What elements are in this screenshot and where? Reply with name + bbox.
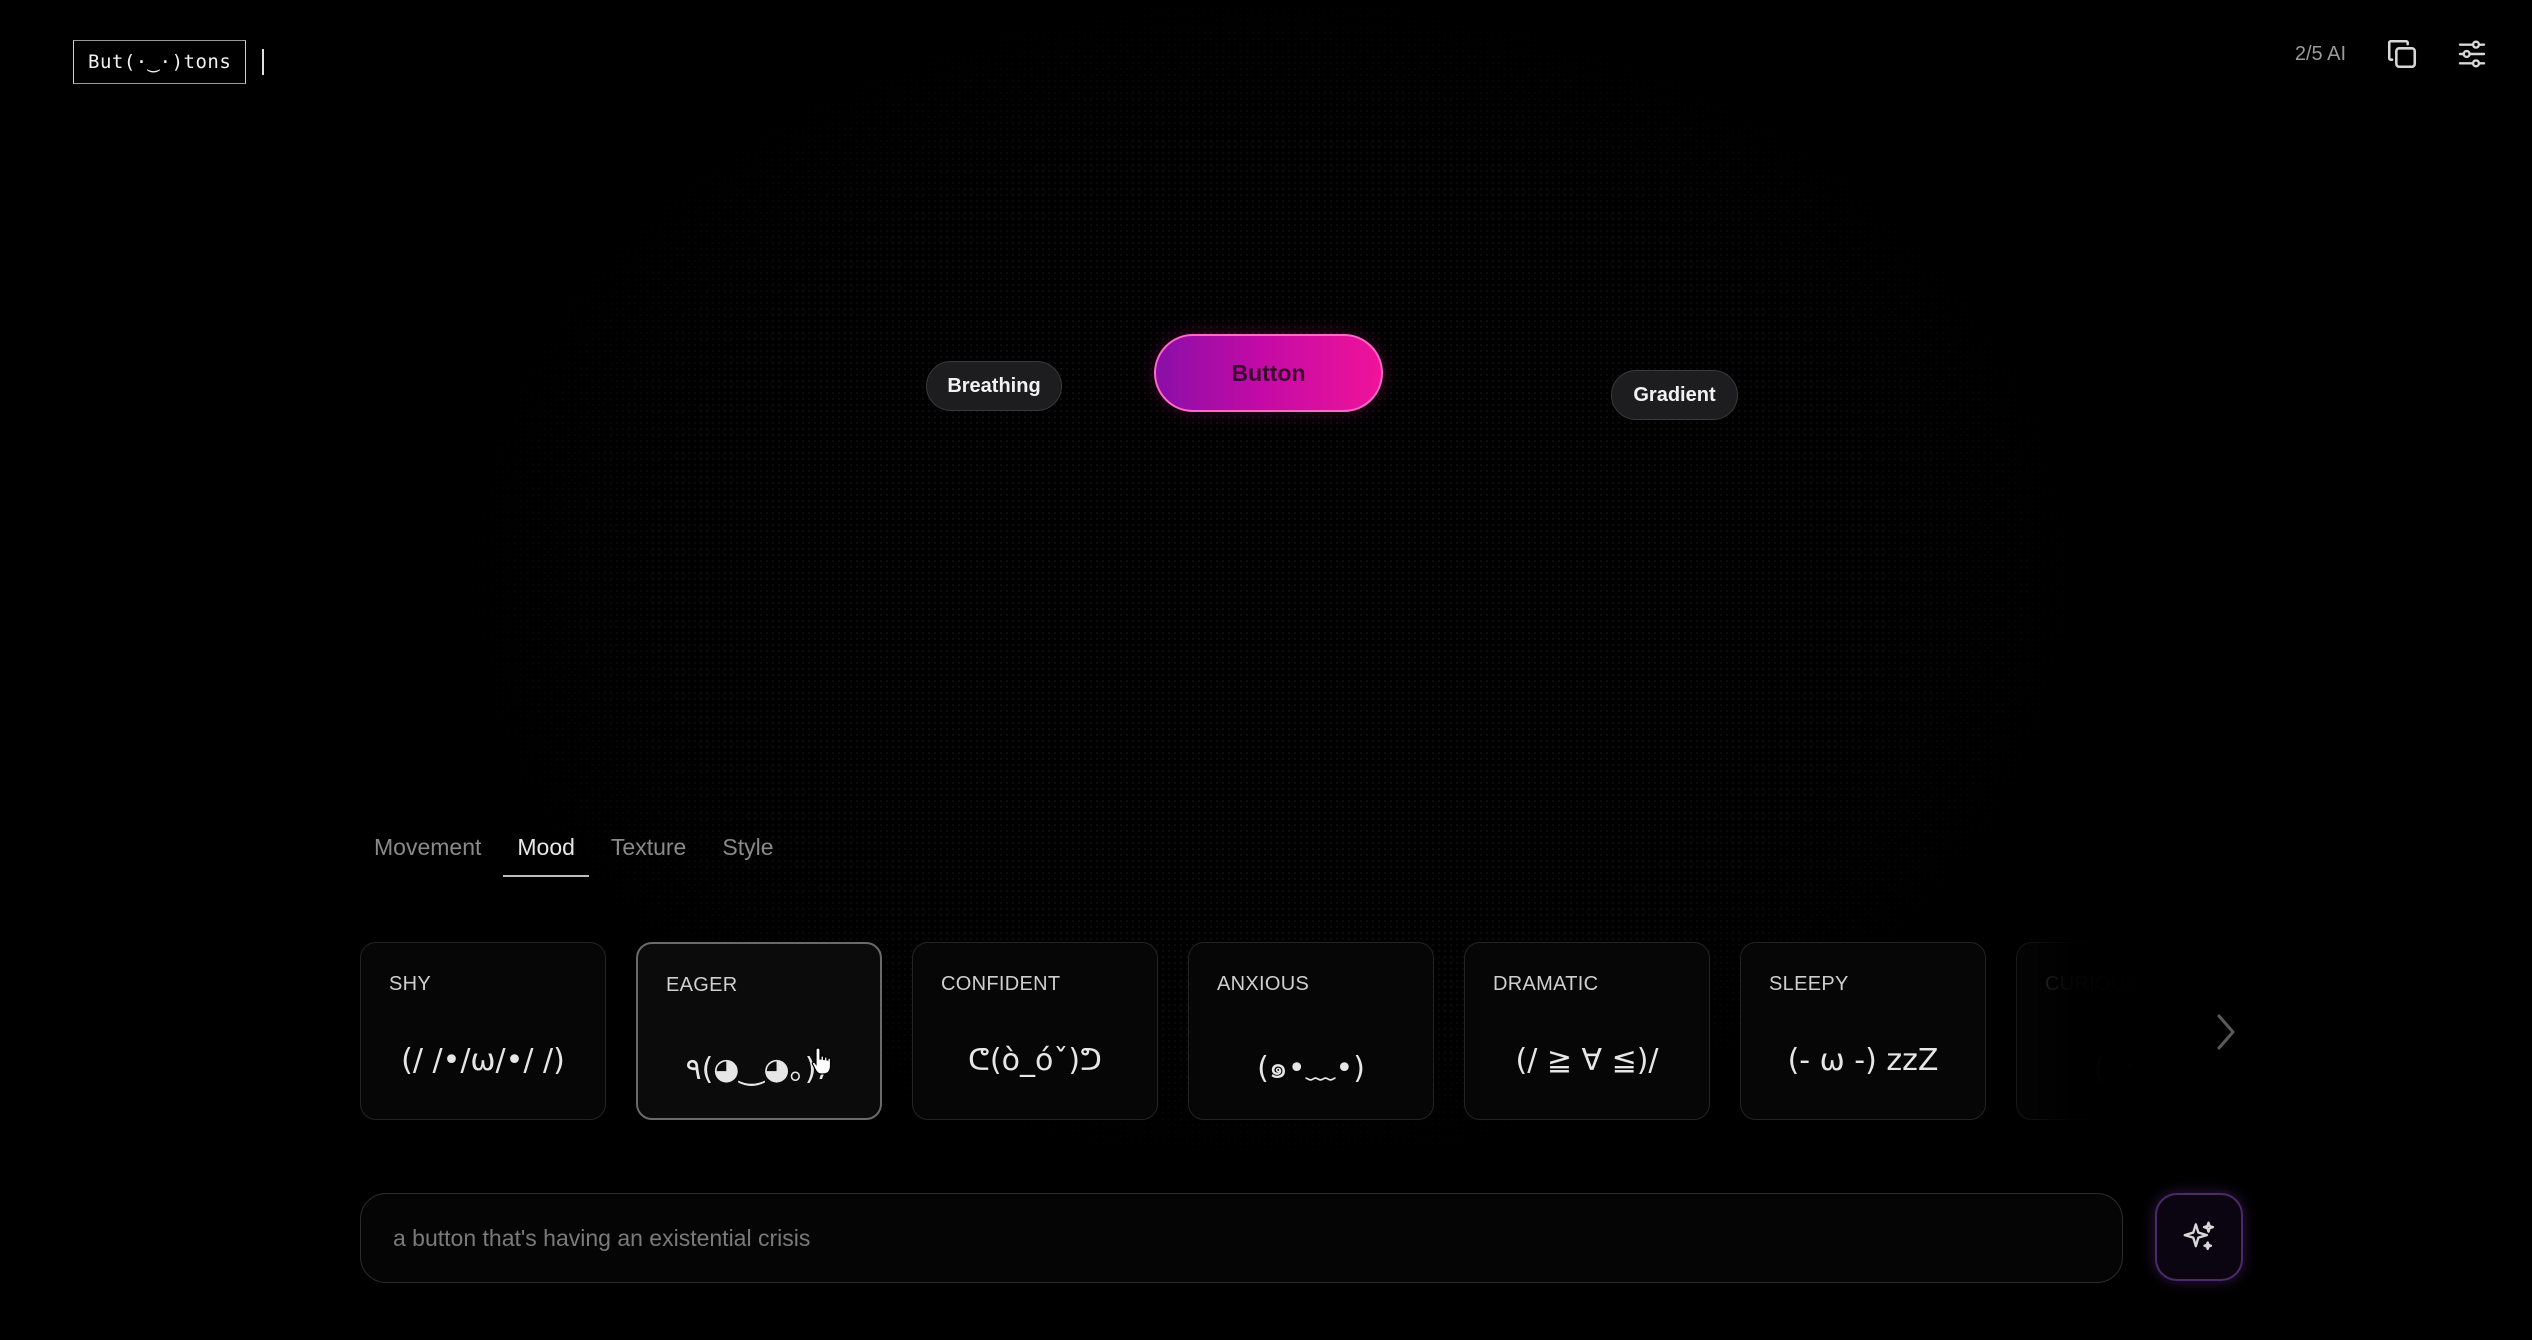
card-title: EAGER [666,974,738,996]
mood-card-dramatic[interactable]: DRAMATIC (/ ≧ ∀ ≦)/ [1464,942,1710,1120]
carousel-next-button[interactable] [2206,1012,2246,1052]
app-page: But(·‿·)tons 2/5 AI Breathing Button Gra… [0,0,2532,1340]
header-actions: 2/5 AI [2295,34,2492,74]
sliders-icon [2458,40,2486,68]
tab-style[interactable]: Style [722,826,773,877]
tab-movement[interactable]: Movement [374,826,481,877]
card-kaomoji: ᕦ(ò_óˇ)ᕤ [968,1043,1102,1078]
logo[interactable]: But(·‿·)tons [73,40,265,84]
preview-button[interactable]: Button [1154,334,1383,412]
ai-usage-counter: 2/5 AI [2294,42,2346,65]
mood-card-eager[interactable]: EAGER ٩(◕‿◕｡)۶ [636,942,882,1120]
settings-button[interactable] [2452,34,2492,74]
prompt-field[interactable] [360,1193,2123,1283]
mood-card-shy[interactable]: SHY (/ /•/ω/•/ /) [360,942,606,1120]
card-kaomoji: (- ω -) zzZ [1787,1043,1939,1078]
card-kaomoji: (๑•﹏•) [1257,1051,1365,1086]
card-title: ANXIOUS [1217,973,1310,995]
mood-card-sleepy[interactable]: SLEEPY (- ω -) zzZ [1740,942,1986,1120]
gradient-chip[interactable]: Gradient [1611,370,1738,420]
card-kaomoji: (/ ≧ ∀ ≦)/ [1515,1043,1659,1078]
mood-card-curious[interactable]: CURIOUS ( ・ ・ [2016,942,2144,1120]
copy-icon [2387,39,2417,69]
pointer-hand-icon [811,1047,832,1075]
generate-button[interactable] [2155,1193,2243,1281]
category-tabs: Movement Mood Texture Style [374,826,810,877]
chevron-right-icon [2217,1014,2235,1050]
card-title: DRAMATIC [1493,973,1599,995]
sparkle-icon [2183,1221,2215,1251]
copy-button[interactable] [2382,34,2422,74]
card-kaomoji: (/ /•/ω/•/ /) [401,1043,565,1078]
tab-texture[interactable]: Texture [611,826,686,877]
card-kaomoji: ٩(◕‿◕｡)۶ [685,1052,833,1087]
mood-card-anxious[interactable]: ANXIOUS (๑•﹏•) [1188,942,1434,1120]
mood-cards-carousel: SHY (/ /•/ω/•/ /) EAGER ٩(◕‿◕｡)۶ CONFIDE… [360,942,2144,1122]
breathing-chip[interactable]: Breathing [926,361,1062,411]
card-title: CURIOUS [2045,973,2140,995]
mood-card-confident[interactable]: CONFIDENT ᕦ(ò_óˇ)ᕤ [912,942,1158,1120]
logo-text: But(·‿·)tons [73,40,247,84]
text-cursor [262,49,265,75]
card-title: CONFIDENT [941,973,1061,995]
prompt-input[interactable] [391,1223,2092,1253]
card-title: SHY [389,973,432,995]
tab-mood[interactable]: Mood [503,826,589,877]
card-title: SLEEPY [1769,973,1849,995]
card-kaomoji: ( ・ ・ [2093,1051,2144,1086]
